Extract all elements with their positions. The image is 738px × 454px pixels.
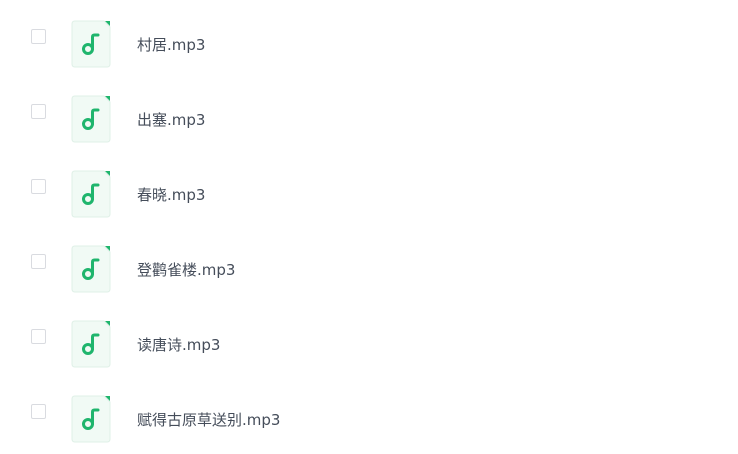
music-note-icon: [71, 170, 111, 218]
file-row[interactable]: 读唐诗.mp3: [0, 300, 738, 375]
audio-file-icon[interactable]: [71, 170, 111, 218]
audio-file-icon[interactable]: [71, 395, 111, 443]
audio-file-icon[interactable]: [71, 95, 111, 143]
music-note-icon: [71, 245, 111, 293]
music-note-icon: [71, 395, 111, 443]
music-note-icon: [71, 320, 111, 368]
file-checkbox[interactable]: [31, 29, 46, 44]
file-row[interactable]: 出塞.mp3: [0, 75, 738, 150]
file-list: 村居.mp3 出塞.mp3 春晓.mp3 登鹳雀楼.mp3 读唐诗.mp3 赋得…: [0, 0, 738, 450]
file-row[interactable]: 登鹳雀楼.mp3: [0, 225, 738, 300]
music-note-icon: [71, 20, 111, 68]
file-checkbox[interactable]: [31, 179, 46, 194]
file-name[interactable]: 村居.mp3: [137, 35, 205, 55]
file-name[interactable]: 出塞.mp3: [137, 110, 205, 130]
file-name[interactable]: 登鹳雀楼.mp3: [137, 260, 235, 280]
file-row[interactable]: 村居.mp3: [0, 0, 738, 75]
file-name[interactable]: 春晓.mp3: [137, 185, 205, 205]
file-name[interactable]: 读唐诗.mp3: [137, 335, 220, 355]
file-checkbox[interactable]: [31, 104, 46, 119]
file-checkbox[interactable]: [31, 329, 46, 344]
music-note-icon: [71, 95, 111, 143]
audio-file-icon[interactable]: [71, 20, 111, 68]
file-checkbox[interactable]: [31, 254, 46, 269]
audio-file-icon[interactable]: [71, 245, 111, 293]
file-checkbox[interactable]: [31, 404, 46, 419]
file-row[interactable]: 赋得古原草送别.mp3: [0, 375, 738, 450]
file-row[interactable]: 春晓.mp3: [0, 150, 738, 225]
audio-file-icon[interactable]: [71, 320, 111, 368]
file-name[interactable]: 赋得古原草送别.mp3: [137, 410, 280, 430]
